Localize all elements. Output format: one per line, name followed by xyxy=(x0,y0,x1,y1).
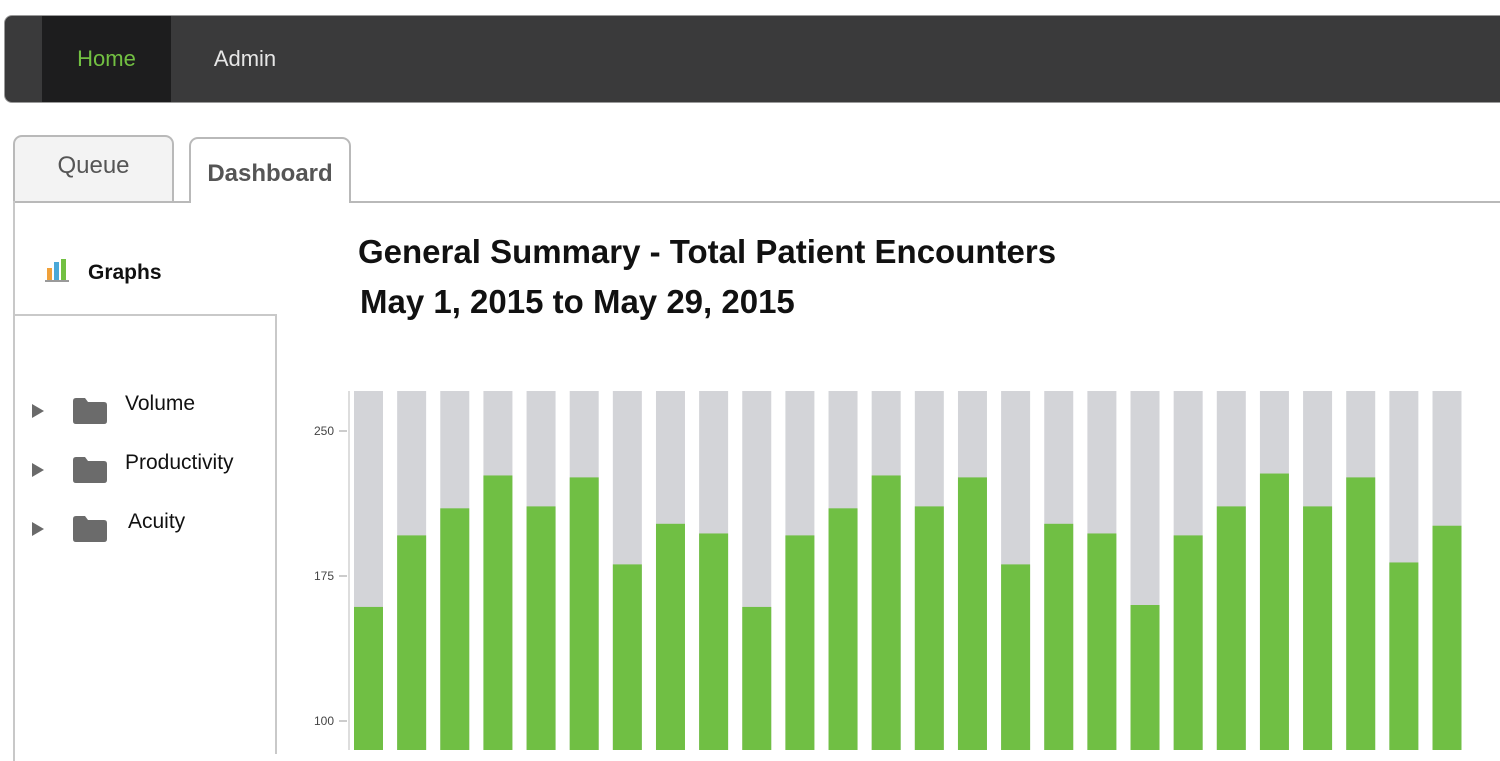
bar[interactable] xyxy=(742,606,772,750)
bar[interactable] xyxy=(1432,525,1462,750)
triangle-right-icon[interactable] xyxy=(32,463,44,477)
chart-title: General Summary - Total Patient Encounte… xyxy=(358,233,1057,270)
bar[interactable] xyxy=(1389,562,1419,750)
bar[interactable] xyxy=(1173,535,1203,750)
bar[interactable] xyxy=(397,535,427,750)
bar-chart: 100 175 250 xyxy=(314,391,1462,750)
folder-icon xyxy=(73,457,107,483)
y-tick-label: 100 xyxy=(314,714,334,728)
chart-subtitle: May 1, 2015 to May 29, 2015 xyxy=(360,283,795,320)
bar[interactable] xyxy=(1001,564,1031,750)
tree-item-label: Acuity xyxy=(128,510,186,533)
bar[interactable] xyxy=(440,508,470,750)
bar[interactable] xyxy=(914,506,944,750)
bar[interactable] xyxy=(1130,605,1160,750)
triangle-right-icon[interactable] xyxy=(32,522,44,536)
tree-item-label: Productivity xyxy=(125,451,234,474)
tree-item-volume[interactable]: Volume xyxy=(32,392,262,428)
bar[interactable] xyxy=(1303,506,1333,750)
bar[interactable] xyxy=(612,564,642,750)
nav-admin[interactable]: Admin xyxy=(185,16,305,102)
bar[interactable] xyxy=(957,477,987,750)
bar[interactable] xyxy=(1346,477,1376,750)
bar[interactable] xyxy=(655,523,685,750)
nav-home[interactable]: Home xyxy=(42,16,171,102)
bar[interactable] xyxy=(526,506,556,750)
y-tick-label: 250 xyxy=(314,424,334,438)
bar[interactable] xyxy=(828,508,858,750)
bar[interactable] xyxy=(785,535,815,750)
bar[interactable] xyxy=(871,475,901,750)
bar[interactable] xyxy=(1259,473,1289,750)
bar[interactable] xyxy=(1087,533,1117,750)
bar-chart-icon xyxy=(45,259,69,282)
triangle-right-icon[interactable] xyxy=(32,404,44,418)
bar[interactable] xyxy=(1044,523,1074,750)
tab-dashboard[interactable]: Dashboard xyxy=(189,137,351,203)
bar[interactable] xyxy=(569,477,599,750)
bar[interactable] xyxy=(1216,506,1246,750)
tab-queue[interactable]: Queue xyxy=(13,135,174,203)
sidebar-header-label: Graphs xyxy=(88,261,162,284)
tree-item-productivity[interactable]: Productivity xyxy=(32,451,262,487)
folder-icon xyxy=(73,398,107,424)
top-navbar: Home Admin xyxy=(4,15,1500,103)
folder-icon xyxy=(73,516,107,542)
bar[interactable] xyxy=(483,475,513,750)
bar[interactable] xyxy=(354,606,383,750)
tree-item-acuity[interactable]: Acuity xyxy=(32,510,262,546)
bar[interactable] xyxy=(699,533,729,750)
tree-item-label: Volume xyxy=(125,392,196,415)
y-tick-label: 175 xyxy=(314,569,334,583)
tab-divider xyxy=(350,201,1500,203)
